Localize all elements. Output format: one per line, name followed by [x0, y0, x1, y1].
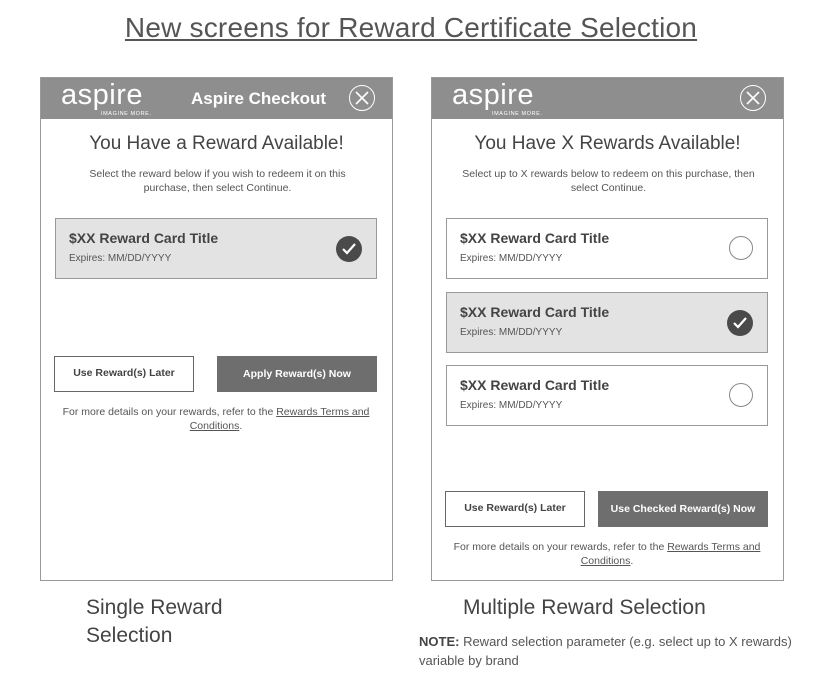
reward-checkbox-checked[interactable] [727, 310, 753, 336]
note-label: NOTE: [419, 634, 460, 649]
single-reward-screen: aspire IMAGINE MORE. Aspire Checkout You… [40, 77, 393, 581]
reward-heading: You Have a Reward Available! [89, 133, 344, 154]
reward-card[interactable]: $XX Reward Card Title Expires: MM/DD/YYY… [55, 218, 377, 279]
use-rewards-later-button[interactable]: Use Reward(s) Later [445, 491, 585, 527]
reward-checkbox-unchecked[interactable] [729, 236, 753, 260]
fine-print: For more details on your rewards, refer … [453, 541, 761, 567]
page-title: New screens for Reward Certificate Selec… [124, 12, 698, 43]
checkout-header: aspire IMAGINE MORE. [432, 78, 783, 119]
fine-print: For more details on your rewards, refer … [62, 406, 370, 432]
reward-heading: You Have X Rewards Available! [474, 133, 741, 154]
reward-checkbox-checked[interactable] [336, 236, 362, 262]
reward-instructions: Select the reward below if you wish to r… [89, 168, 346, 194]
single-reward-caption: Single Reward Selection [86, 596, 223, 647]
apply-rewards-now-button[interactable]: Apply Reward(s) Now [217, 356, 377, 392]
use-rewards-later-button[interactable]: Use Reward(s) Later [54, 356, 194, 392]
reward-card-title: $XX Reward Card Title [460, 304, 610, 320]
reward-card-title: $XX Reward Card Title [460, 377, 610, 393]
multiple-reward-caption: Multiple Reward Selection [463, 596, 706, 619]
reward-card-title: $XX Reward Card Title [460, 230, 610, 246]
reward-card-title: $XX Reward Card Title [69, 230, 219, 246]
reward-card[interactable]: $XX Reward Card Title Expires: MM/DD/YYY… [446, 365, 768, 426]
close-button[interactable] [349, 85, 375, 111]
reward-card-expiry: Expires: MM/DD/YYYY [460, 327, 563, 338]
multiple-reward-screen: aspire IMAGINE MORE. You Have X Rewards … [431, 77, 784, 581]
reward-card-expiry: Expires: MM/DD/YYYY [460, 400, 563, 411]
checkmark-icon [733, 317, 747, 329]
reward-instructions: Select up to X rewards below to redeem o… [462, 168, 755, 194]
use-checked-rewards-now-button[interactable]: Use Checked Reward(s) Now [598, 491, 768, 527]
aspire-logo: aspire IMAGINE MORE. [61, 79, 152, 117]
reward-card[interactable]: $XX Reward Card Title Expires: MM/DD/YYY… [446, 218, 768, 279]
header-title: Aspire Checkout [191, 89, 327, 108]
close-button[interactable] [740, 85, 766, 111]
reward-card[interactable]: $XX Reward Card Title Expires: MM/DD/YYY… [446, 292, 768, 353]
close-icon [746, 91, 760, 105]
note-text: Reward selection parameter (e.g. select … [419, 634, 792, 668]
checkout-header: aspire IMAGINE MORE. Aspire Checkout [41, 78, 392, 119]
close-icon [355, 91, 369, 105]
reward-card-expiry: Expires: MM/DD/YYYY [69, 253, 172, 264]
aspire-logo: aspire IMAGINE MORE. [452, 79, 543, 117]
reward-checkbox-unchecked[interactable] [729, 383, 753, 407]
note: NOTE: Reward selection parameter (e.g. s… [419, 632, 819, 670]
checkmark-icon [342, 243, 356, 255]
reward-card-expiry: Expires: MM/DD/YYYY [460, 253, 563, 264]
